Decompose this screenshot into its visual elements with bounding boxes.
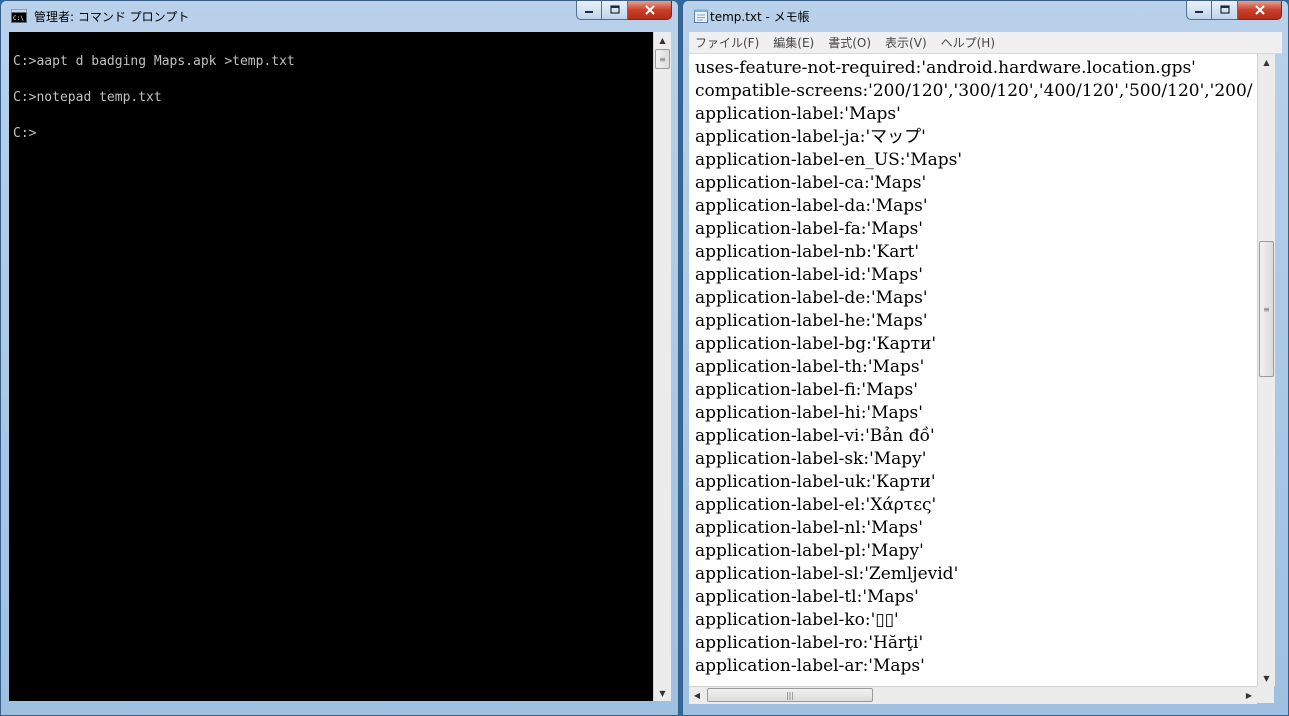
notepad-title-bar[interactable]: temp.txt - メモ帳 [683,1,1288,31]
menu-format[interactable]: 書式(O) [828,34,871,51]
text-line: application-label-da:'Maps' [695,196,928,216]
cmd-window-title: 管理者: コマンド プロンプト [34,10,190,24]
menu-file[interactable]: ファイル(F) [695,34,759,51]
cmd-close-button[interactable] [628,1,672,20]
scroll-right-arrow-icon[interactable]: ▶ [1241,687,1257,704]
scroll-down-arrow-icon[interactable]: ▼ [654,685,671,701]
size-grip[interactable] [1257,686,1274,703]
cmd-scroll-thumb[interactable]: ≡ [655,49,670,69]
text-line: application-label-pl:'Mapy' [695,541,924,561]
text-line: application-label-nl:'Maps' [695,518,923,538]
minimize-icon [1195,11,1203,13]
text-line: application-label-sk:'Mapy' [695,449,927,469]
notepad-window: temp.txt - メモ帳 ファイル(F) 編集(E) 書式(O) 表示(V)… [682,0,1289,716]
text-line: application-label-ja:'マップ' [695,127,926,147]
cmd-maximize-button[interactable] [602,1,628,20]
text-line: application-label-bg:'Карти' [695,334,937,354]
text-line: application-label-en_US:'Maps' [695,150,963,170]
text-line: application-label-fi:'Maps' [695,380,918,400]
cmd-vertical-scrollbar[interactable]: ▲ ≡ ▼ [653,32,671,701]
scroll-up-arrow-icon[interactable]: ▲ [1258,54,1275,70]
text-line: application-label-ko:'▯▯' [695,610,899,630]
text-line: application-label-vi:'Bản đồ' [695,426,935,446]
notepad-minimize-button[interactable] [1186,1,1212,20]
console-line: C:>notepad temp.txt [13,90,162,105]
text-line: application-label-tl:'Maps' [695,587,919,607]
menu-edit[interactable]: 編集(E) [773,34,814,51]
text-line: application-label-ar:'Maps' [695,656,925,676]
notepad-close-button[interactable] [1238,1,1282,20]
text-line: application-label-he:'Maps' [695,311,928,331]
text-line: application-label-nb:'Kart' [695,242,920,262]
notepad-window-controls [1186,1,1282,21]
text-line: application-label-uk:'Карти' [695,472,936,492]
notepad-vertical-scrollbar[interactable]: ▲ ≡ ▼ [1257,54,1275,686]
notepad-text-area[interactable]: uses-feature-not-required:'android.hardw… [689,54,1257,686]
menu-help[interactable]: ヘルプ(H) [941,34,995,51]
notepad-hscroll-thumb[interactable]: ||| [707,688,873,702]
console-line: C:>aapt d badging Maps.apk >temp.txt [13,54,295,69]
cmd-window: C:\ 管理者: コマンド プロンプト C:>aapt d badging Ma… [0,0,679,716]
text-line: uses-feature-not-required:'android.hardw… [695,58,1196,78]
scroll-up-arrow-icon[interactable]: ▲ [654,32,671,48]
notepad-app-icon [694,9,708,23]
maximize-icon [1219,5,1230,14]
cmd-window-controls [576,1,672,21]
text-line: application-label:'Maps' [695,104,901,124]
text-line: application-label-de:'Maps' [695,288,928,308]
menu-view[interactable]: 表示(V) [885,34,927,51]
notepad-window-title: temp.txt - メモ帳 [710,10,810,24]
text-line: application-label-fa:'Maps' [695,219,923,239]
cmd-minimize-button[interactable] [576,1,602,20]
text-line: application-label-id:'Maps' [695,265,923,285]
maximize-icon [609,5,620,14]
scroll-down-arrow-icon[interactable]: ▼ [1258,670,1275,686]
text-line: application-label-sl:'Zemljevid' [695,564,959,584]
console-output[interactable]: C:>aapt d badging Maps.apk >temp.txt C:>… [9,32,653,701]
scroll-left-arrow-icon[interactable]: ◀ [689,687,705,704]
notepad-vscroll-thumb[interactable]: ≡ [1259,241,1274,377]
text-line: application-label-ca:'Maps' [695,173,927,193]
text-line: compatible-screens:'200/120','300/120','… [695,81,1253,101]
cmd-title-bar[interactable]: C:\ 管理者: コマンド プロンプト [1,1,678,31]
notepad-maximize-button[interactable] [1212,1,1238,20]
cmd-app-icon: C:\ [11,9,27,23]
svg-text:C:\: C:\ [13,15,24,22]
notepad-menu-bar: ファイル(F) 編集(E) 書式(O) 表示(V) ヘルプ(H) [689,32,1282,54]
text-line: application-label-ro:'Hărţi' [695,633,924,653]
notepad-horizontal-scrollbar[interactable]: ◀ ||| ▶ [689,686,1257,704]
minimize-icon [585,11,593,13]
console-line: C:> [13,126,37,141]
close-icon [1254,5,1265,15]
text-line: application-label-hi:'Maps' [695,403,923,423]
text-line: application-label-el:'Χάρτες' [695,495,937,515]
close-icon [644,5,655,15]
text-line: application-label-th:'Maps' [695,357,925,377]
